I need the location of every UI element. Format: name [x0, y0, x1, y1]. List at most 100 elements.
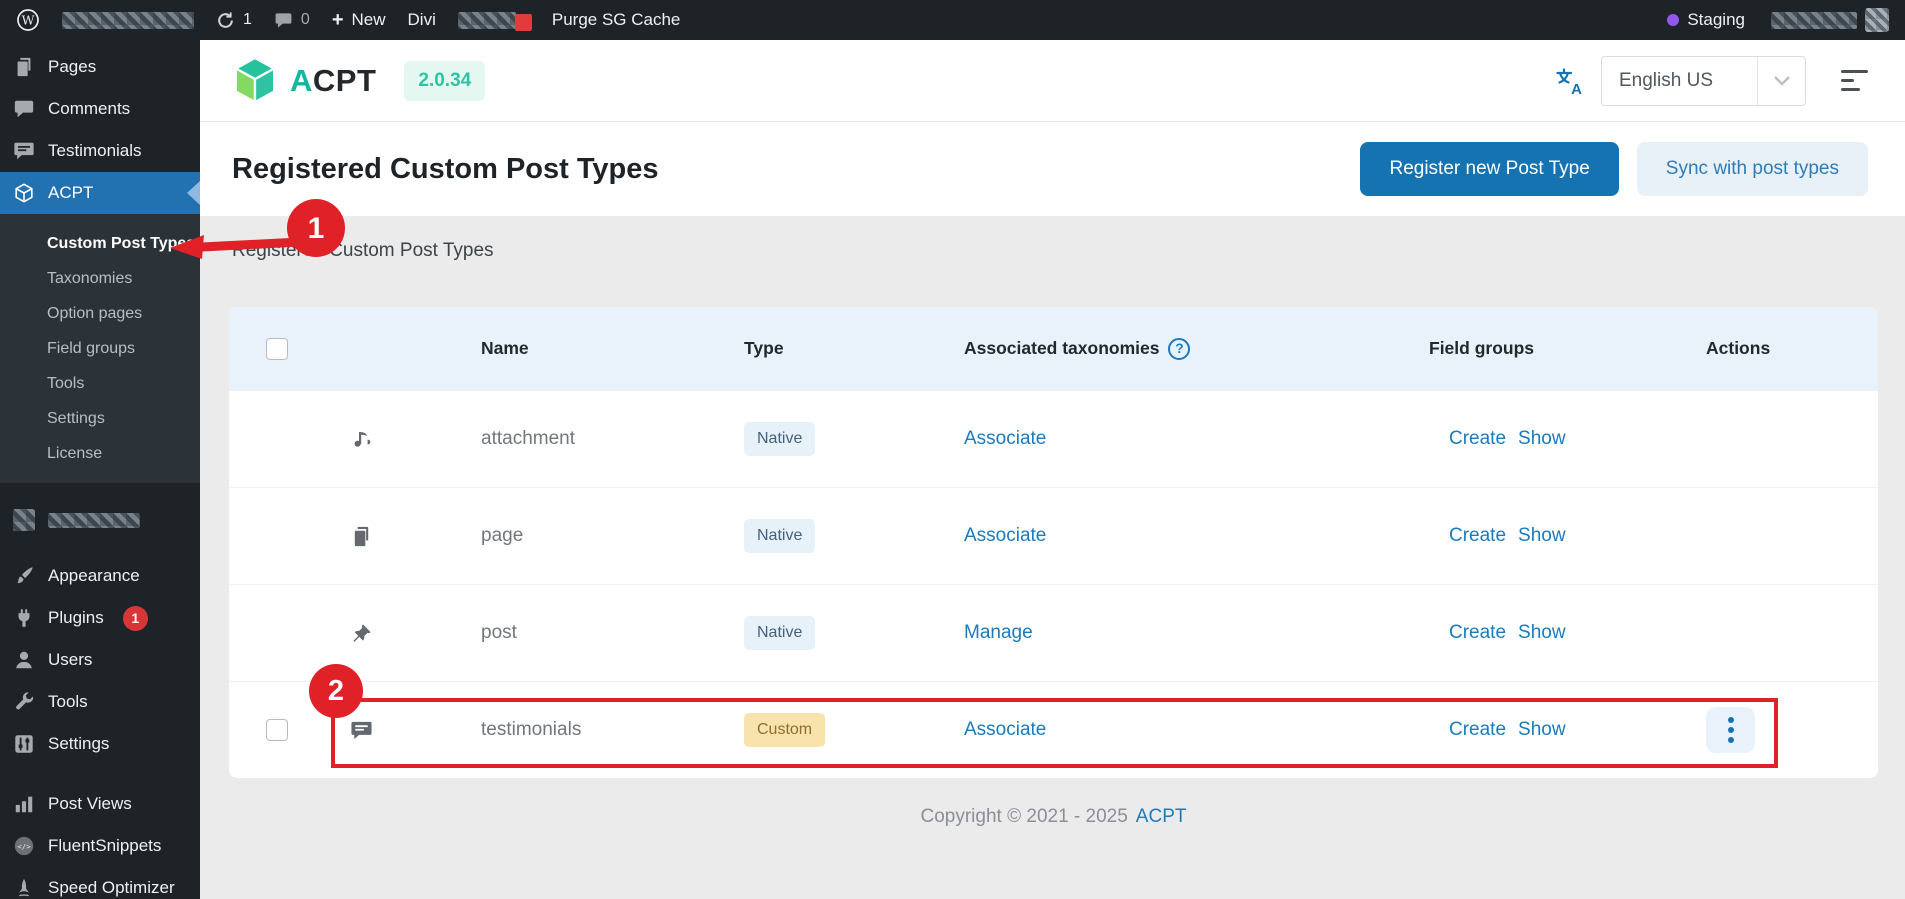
- sidebar-item-tools[interactable]: Tools: [0, 681, 200, 723]
- submenu-item-option-pages[interactable]: Option pages: [0, 296, 200, 331]
- post-type-name: attachment: [481, 428, 575, 449]
- rocket-icon: [13, 877, 35, 899]
- translate-a-glyph: A: [1571, 81, 1582, 97]
- site-name-redacted[interactable]: [62, 12, 194, 29]
- wordpress-logo-menu[interactable]: W: [16, 8, 40, 32]
- sidebar-label: Pages: [48, 57, 96, 77]
- sidebar-item-redacted[interactable]: [0, 499, 200, 541]
- sidebar-item-acpt[interactable]: ACPT: [0, 172, 200, 214]
- avatar: [1865, 8, 1889, 32]
- sidebar-item-speed-optimizer[interactable]: Speed Optimizer: [0, 867, 200, 899]
- comments-menu[interactable]: 0: [274, 11, 310, 30]
- sidebar-label: Testimonials: [48, 141, 142, 161]
- associate-taxonomies-link[interactable]: Associate: [964, 525, 1046, 546]
- show-field-groups-link[interactable]: Show: [1518, 525, 1566, 547]
- updates-menu[interactable]: 1: [216, 11, 252, 30]
- table-subtitle: Registered Custom Post Types: [232, 240, 1878, 262]
- submenu-item-custom-post-types[interactable]: Custom Post Types: [0, 226, 200, 261]
- sidebar-item-appearance[interactable]: Appearance: [0, 555, 200, 597]
- content-area: Registered Custom Post Types Name Type A…: [200, 216, 1905, 828]
- comments-icon: [13, 98, 35, 120]
- comments-count: 0: [301, 11, 310, 29]
- sidebar-label: Settings: [48, 734, 109, 754]
- acpt-wordmark: ACPT: [290, 63, 376, 99]
- manage-taxonomies-link[interactable]: Manage: [964, 622, 1033, 643]
- pages-icon: [13, 56, 35, 78]
- submenu-item-taxonomies[interactable]: Taxonomies: [0, 261, 200, 296]
- table-header-row: Name Type Associated taxonomies ? Field …: [229, 307, 1878, 390]
- create-field-group-link[interactable]: Create: [1449, 719, 1506, 741]
- select-all-checkbox[interactable]: [266, 338, 288, 360]
- post-type-name: testimonials: [481, 719, 581, 740]
- column-field-groups: Field groups: [1429, 338, 1679, 359]
- table-row-post: post Native Manage Create Show: [229, 584, 1878, 681]
- redacted-admin-menu[interactable]: [458, 12, 516, 29]
- sidebar-label: Appearance: [48, 566, 140, 586]
- sidebar-label: FluentSnippets: [48, 836, 161, 856]
- pushpin-icon: [350, 622, 373, 645]
- acpt-cube-icon: [13, 182, 35, 204]
- create-field-group-link[interactable]: Create: [1449, 428, 1506, 450]
- language-value: English US: [1602, 70, 1757, 92]
- sidebar-item-testimonials[interactable]: Testimonials: [0, 130, 200, 172]
- row-actions-kebab-button[interactable]: [1706, 707, 1755, 753]
- redacted-red-icon: [515, 14, 532, 31]
- chevron-down-icon: [1757, 57, 1805, 105]
- sidebar-item-users[interactable]: Users: [0, 639, 200, 681]
- create-field-group-link[interactable]: Create: [1449, 525, 1506, 547]
- row-checkbox[interactable]: [266, 719, 288, 741]
- submenu-item-settings[interactable]: Settings: [0, 401, 200, 436]
- wordpress-w-glyph: W: [22, 13, 35, 28]
- submenu-item-field-groups[interactable]: Field groups: [0, 331, 200, 366]
- acpt-cube-logo-icon: [232, 56, 278, 106]
- environment-indicator[interactable]: Staging: [1667, 10, 1745, 30]
- header-controls: A English US: [1554, 56, 1871, 106]
- acpt-submenu: Custom Post Types Taxonomies Option page…: [0, 214, 200, 483]
- table-row-attachment: attachment Native Associate Create Show: [229, 390, 1878, 487]
- page-icon: [350, 525, 373, 548]
- title-actions: Register new Post Type Sync with post ty…: [1360, 142, 1868, 196]
- show-field-groups-link[interactable]: Show: [1518, 428, 1566, 450]
- language-select[interactable]: English US: [1601, 56, 1806, 106]
- sidebar-item-comments[interactable]: Comments: [0, 88, 200, 130]
- type-badge-native: Native: [744, 422, 815, 456]
- submenu-item-license[interactable]: License: [0, 436, 200, 471]
- sidebar-item-fluentsnippets[interactable]: </> FluentSnippets: [0, 825, 200, 867]
- code-snippet-icon: </>: [13, 835, 35, 857]
- redacted-menu-label: [48, 513, 140, 528]
- associate-taxonomies-link[interactable]: Associate: [964, 428, 1046, 449]
- copyright-text: Copyright © 2021 - 2025: [921, 806, 1128, 827]
- purge-sg-cache-menu[interactable]: Purge SG Cache: [552, 10, 681, 30]
- redacted-menu-icon: [13, 509, 35, 531]
- divi-menu[interactable]: Divi: [408, 10, 436, 30]
- show-field-groups-link[interactable]: Show: [1518, 622, 1566, 644]
- staging-dot-icon: [1667, 14, 1679, 26]
- menu-icon[interactable]: [1841, 70, 1871, 92]
- account-menu[interactable]: [1771, 8, 1889, 32]
- sidebar-item-plugins[interactable]: Plugins 1: [0, 597, 200, 639]
- acpt-footer-link[interactable]: ACPT: [1136, 806, 1187, 827]
- new-content-menu[interactable]: + New: [332, 10, 386, 30]
- acpt-logo: ACPT 2.0.34: [232, 56, 485, 106]
- translate-icon[interactable]: A: [1554, 65, 1586, 97]
- user-icon: [13, 649, 35, 671]
- divi-label: Divi: [408, 10, 436, 30]
- sidebar-item-settings[interactable]: Settings: [0, 723, 200, 765]
- page-title-bar: Registered Custom Post Types Register ne…: [200, 122, 1905, 216]
- bar-chart-icon: [13, 793, 35, 815]
- purge-label: Purge SG Cache: [552, 10, 681, 30]
- sidebar-label: Plugins: [48, 608, 104, 628]
- acpt-header: ACPT 2.0.34 A English US: [200, 40, 1905, 122]
- sidebar-item-post-views[interactable]: Post Views: [0, 783, 200, 825]
- show-field-groups-link[interactable]: Show: [1518, 719, 1566, 741]
- column-name: Name: [399, 338, 744, 359]
- sidebar-item-pages[interactable]: Pages: [0, 46, 200, 88]
- submenu-item-tools[interactable]: Tools: [0, 366, 200, 401]
- associate-taxonomies-link[interactable]: Associate: [964, 719, 1046, 740]
- sync-with-post-types-button[interactable]: Sync with post types: [1637, 142, 1868, 196]
- footer: Copyright © 2021 - 2025 ACPT: [229, 806, 1878, 828]
- register-new-post-type-button[interactable]: Register new Post Type: [1360, 142, 1618, 196]
- paintbrush-icon: [13, 565, 35, 587]
- help-icon[interactable]: ?: [1168, 338, 1190, 360]
- create-field-group-link[interactable]: Create: [1449, 622, 1506, 644]
